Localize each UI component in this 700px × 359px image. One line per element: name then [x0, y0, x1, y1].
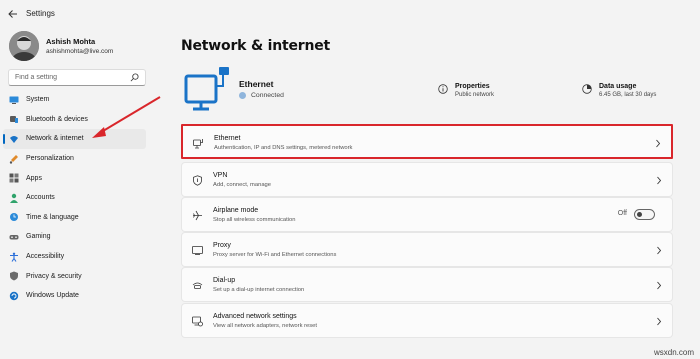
sidebar-item-label: Accessibility — [26, 253, 65, 261]
card-title: Airplane mode — [213, 207, 259, 214]
user-profile[interactable]: Ashish Mohta ashishmohta@live.com — [9, 31, 113, 61]
ethernet-settings-card[interactable]: Ethernet Authentication, IP and DNS sett… — [181, 124, 673, 159]
brush-icon — [9, 154, 18, 164]
sidebar-item-label: Apps — [26, 174, 42, 182]
sidebar-item-label: Network & internet — [26, 135, 84, 143]
sidebar-item-privacy-security[interactable]: Privacy & security — [3, 266, 146, 286]
chevron-right-icon — [656, 139, 661, 148]
sidebar-nav: System Bluetooth & devices Network & int… — [3, 90, 146, 306]
sidebar-item-bluetooth-devices[interactable]: Bluetooth & devices — [3, 110, 146, 130]
card-subtitle: Add, connect, manage — [213, 182, 272, 188]
profile-email: ashishmohta@live.com — [46, 47, 114, 55]
airplane-mode-toggle[interactable] — [634, 209, 655, 220]
proxy-card[interactable]: Proxy Proxy server for Wi-Fi and Etherne… — [181, 232, 673, 267]
airplane-icon — [193, 210, 202, 221]
page-title: Network & internet — [181, 38, 331, 54]
card-subtitle: Stop all wireless communication — [213, 217, 296, 223]
card-title: Proxy — [213, 242, 231, 249]
sidebar-item-label: Windows Update — [26, 292, 79, 300]
card-title: VPN — [213, 172, 228, 179]
card-title: Advanced network settings — [213, 313, 297, 320]
chevron-right-icon — [657, 317, 662, 326]
search-input[interactable] — [15, 74, 130, 81]
data-usage-link[interactable]: Data usage 6.45 GB, last 30 days — [582, 82, 656, 100]
sidebar-item-gaming[interactable]: Gaming — [3, 227, 146, 247]
apps-icon — [9, 173, 19, 183]
data-usage-title: Data usage — [599, 83, 637, 90]
connection-status-text: Connected — [251, 92, 284, 99]
sidebar-item-label: System — [26, 96, 50, 104]
dialup-icon — [192, 282, 203, 289]
card-subtitle: Proxy server for Wi-Fi and Ethernet conn… — [213, 252, 337, 258]
sidebar-item-time-language[interactable]: Time & language — [3, 208, 146, 228]
card-subtitle: Authentication, IP and DNS settings, met… — [214, 145, 353, 151]
sidebar-item-apps[interactable]: Apps — [3, 168, 146, 188]
bluetooth-icon — [10, 116, 18, 124]
sidebar-item-label: Accounts — [26, 194, 55, 202]
chevron-right-icon — [657, 176, 662, 185]
airplane-mode-card[interactable]: Airplane mode Stop all wireless communic… — [181, 197, 673, 232]
network-status-header: Ethernet Connected Properties Public net… — [181, 66, 673, 114]
advanced-network-icon — [192, 316, 203, 327]
search-icon[interactable] — [130, 73, 139, 82]
chevron-right-icon — [657, 246, 662, 255]
gamepad-icon — [9, 234, 19, 240]
connection-name: Ethernet — [239, 79, 274, 89]
sidebar-item-label: Personalization — [26, 155, 74, 163]
app-title: Settings — [26, 9, 55, 18]
sidebar-item-label: Gaming — [26, 233, 51, 241]
card-subtitle: View all network adapters, network reset — [213, 323, 317, 329]
toggle-knob — [637, 212, 642, 217]
monitor-icon — [9, 96, 19, 104]
airplane-toggle-label: Off — [617, 210, 627, 217]
card-subtitle: Set up a dial-up internet connection — [213, 287, 305, 293]
properties-subtitle: Public network — [455, 92, 495, 98]
properties-title: Properties — [455, 83, 490, 90]
sidebar-item-network-internet[interactable]: Network & internet — [3, 129, 146, 149]
dial-up-card[interactable]: Dial-up Set up a dial-up internet connec… — [181, 267, 673, 302]
accessibility-icon — [10, 252, 18, 262]
sidebar-item-accessibility[interactable]: Accessibility — [3, 247, 146, 267]
sidebar-item-label: Time & language — [26, 213, 79, 221]
sidebar-item-windows-update[interactable]: Windows Update — [3, 286, 146, 306]
shield-icon — [10, 271, 18, 281]
proxy-icon — [192, 246, 203, 255]
ethernet-icon — [193, 139, 203, 149]
back-arrow-icon[interactable] — [6, 7, 20, 21]
person-icon — [10, 193, 18, 203]
data-usage-icon — [582, 84, 592, 94]
card-title: Ethernet — [214, 135, 241, 142]
wifi-icon — [10, 135, 18, 143]
vpn-shield-icon — [193, 175, 202, 186]
sidebar-item-label: Bluetooth & devices — [26, 115, 88, 123]
sidebar-item-accounts[interactable]: Accounts — [3, 188, 146, 208]
sidebar-item-system[interactable]: System — [3, 90, 146, 110]
avatar — [9, 31, 39, 61]
connected-globe-icon — [239, 92, 246, 99]
globe-clock-icon — [10, 213, 18, 222]
connection-status: Connected — [239, 92, 284, 99]
advanced-network-settings-card[interactable]: Advanced network settings View all netwo… — [181, 303, 673, 338]
sidebar-item-personalization[interactable]: Personalization — [3, 149, 146, 169]
search-box[interactable] — [8, 69, 146, 86]
ethernet-illustration-icon — [184, 67, 229, 111]
watermark: wsxdn.com — [653, 348, 694, 357]
chevron-right-icon — [657, 281, 662, 290]
info-icon — [438, 84, 448, 94]
vpn-card[interactable]: VPN Add, connect, manage — [181, 162, 673, 197]
title-bar: Settings — [0, 0, 700, 28]
properties-link[interactable]: Properties Public network — [438, 82, 494, 100]
sidebar-item-label: Privacy & security — [26, 272, 82, 280]
data-usage-subtitle: 6.45 GB, last 30 days — [599, 92, 657, 98]
profile-name: Ashish Mohta — [46, 36, 96, 46]
update-icon — [9, 291, 19, 300]
card-title: Dial-up — [213, 277, 236, 284]
